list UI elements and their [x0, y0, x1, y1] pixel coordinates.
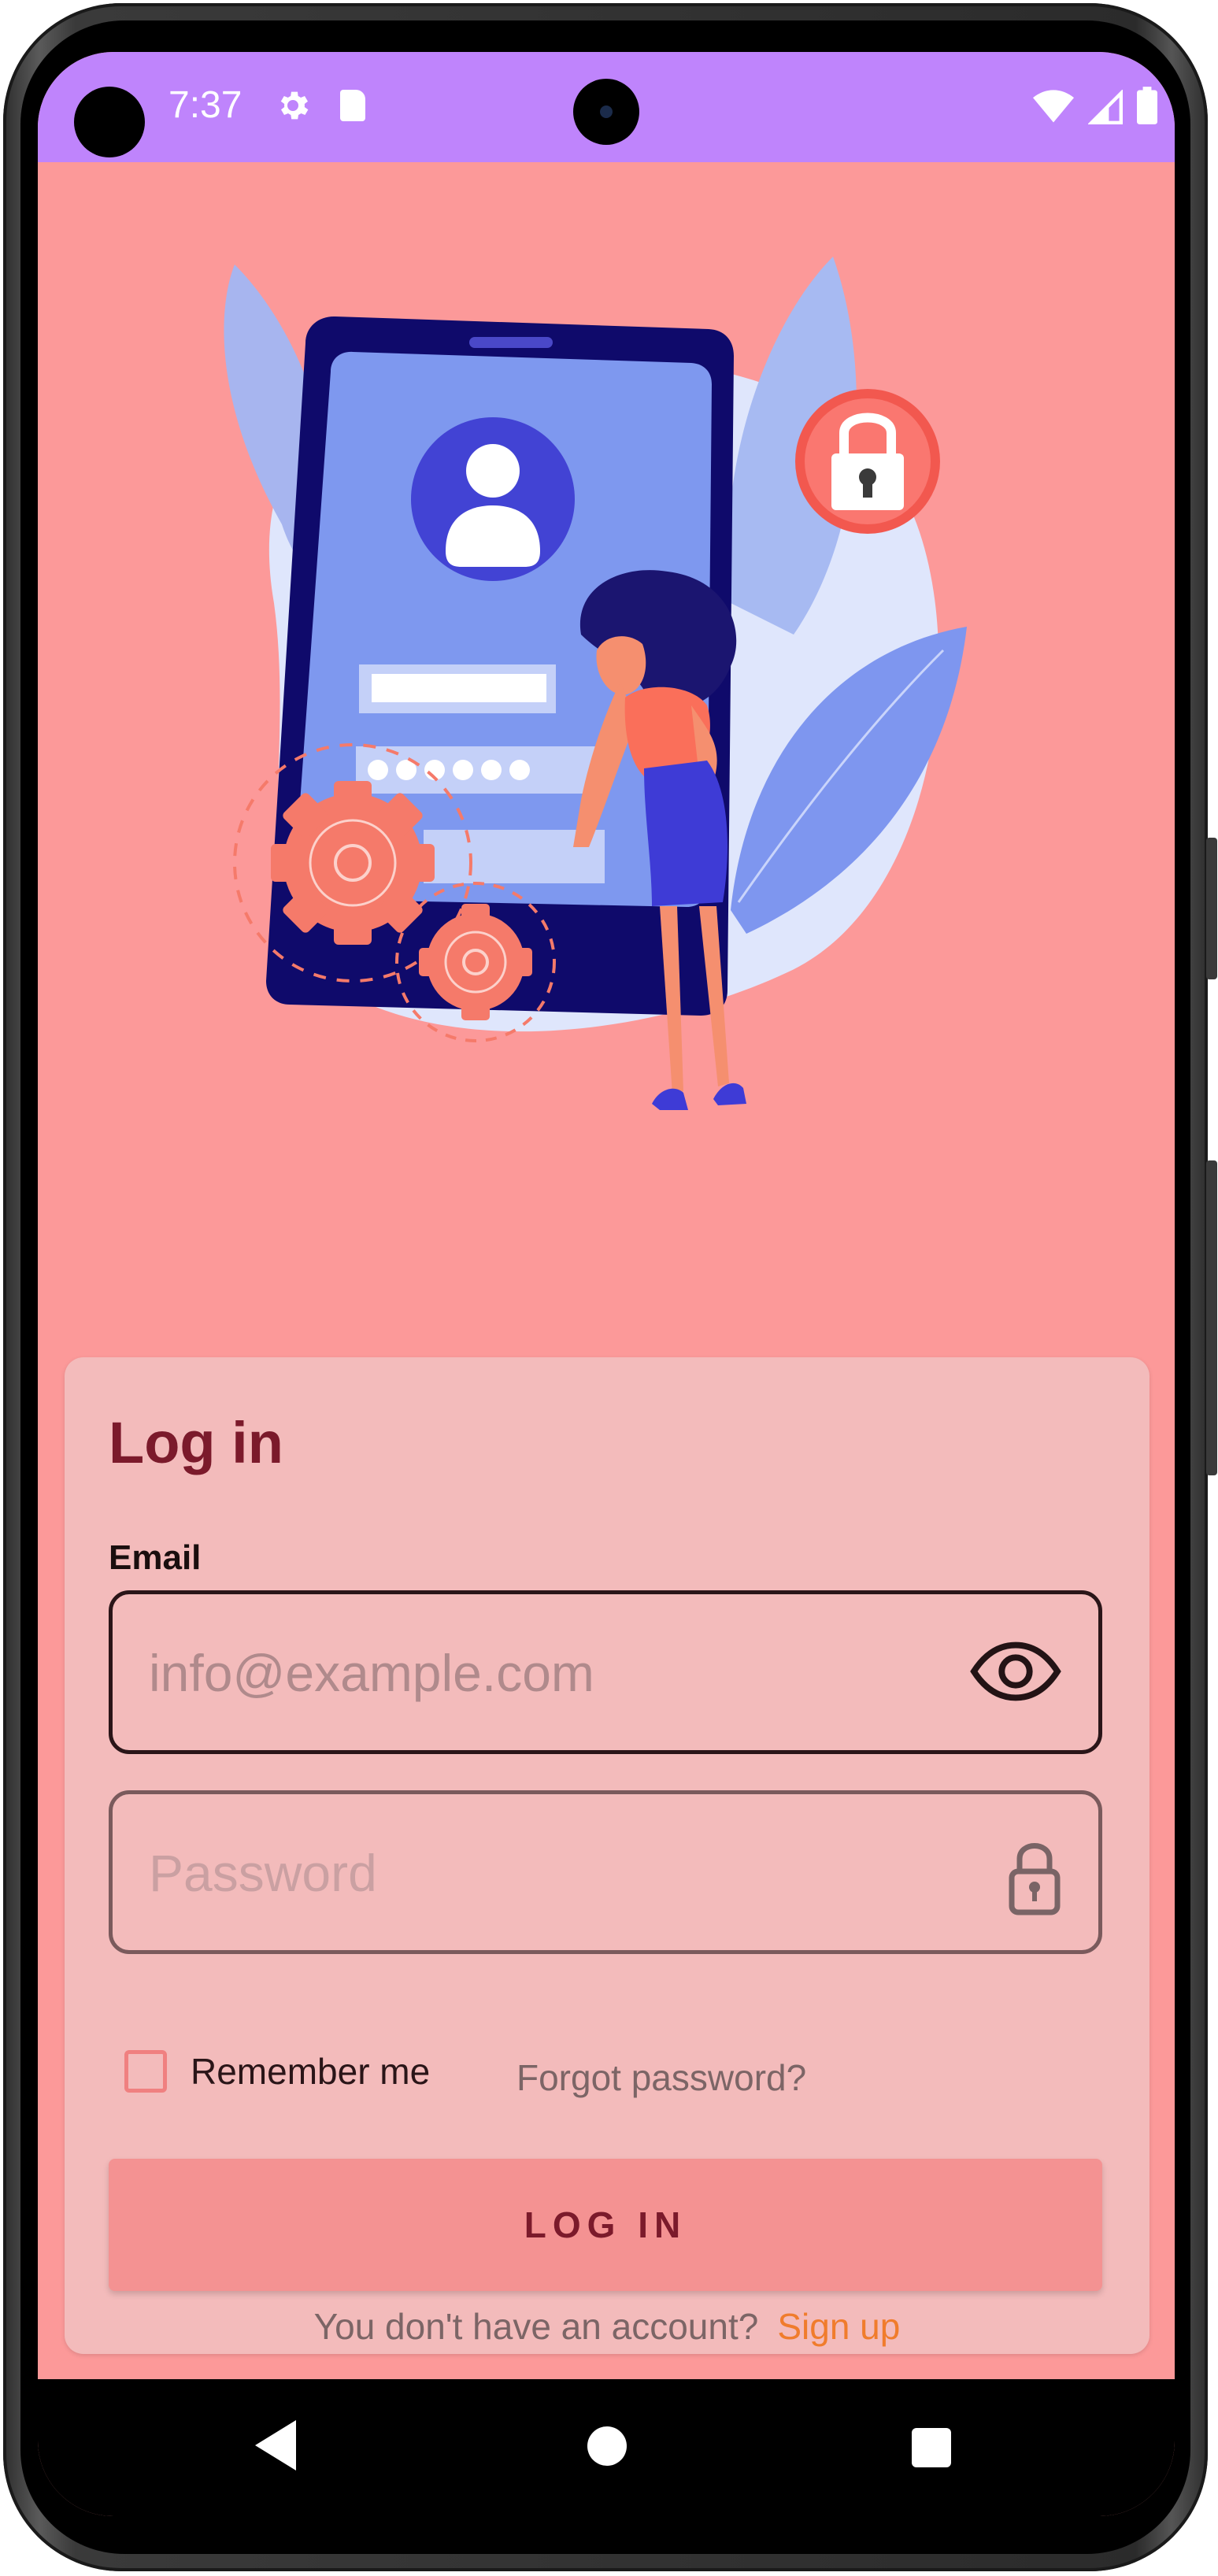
signup-row: You don't have an account? Sign up: [65, 2305, 1150, 2348]
login-card: Log in Email info@example.com Password R…: [65, 1357, 1150, 2354]
sd-card-icon: [340, 90, 365, 121]
email-placeholder: info@example.com: [149, 1644, 594, 1702]
signal-icon: [1088, 90, 1123, 124]
remember-checkbox[interactable]: [124, 2050, 167, 2093]
settings-icon: [274, 87, 312, 131]
navigation-bar: [38, 2379, 1175, 2516]
page-title: Log in: [109, 1410, 283, 1475]
power-button: [1206, 1160, 1217, 1475]
lock-icon: [1007, 1838, 1062, 1921]
remember-label: Remember me: [191, 2051, 431, 2092]
forgot-password-link[interactable]: Forgot password?: [516, 2056, 806, 2099]
login-button-label: LOG IN: [524, 2204, 687, 2245]
back-icon[interactable]: [255, 2420, 296, 2471]
login-button[interactable]: LOG IN: [109, 2159, 1102, 2291]
login-illustration: [38, 162, 1175, 1390]
password-placeholder: Password: [149, 1844, 377, 1902]
recents-icon[interactable]: [912, 2428, 951, 2467]
front-sensor: [74, 87, 145, 157]
status-right-icons: [1033, 87, 1157, 124]
phone-frame: 7:37 Log in Email info@example.com Passw…: [3, 3, 1217, 2571]
app-screen: 7:37 Log in Email info@example.com Passw…: [38, 52, 1175, 2516]
volume-button: [1206, 838, 1217, 979]
password-field[interactable]: Password: [109, 1790, 1102, 1954]
eye-icon[interactable]: [969, 1638, 1062, 1708]
signup-link[interactable]: Sign up: [777, 2306, 900, 2347]
front-camera: [573, 79, 639, 145]
wifi-icon: [1033, 90, 1074, 123]
status-bar: 7:37: [38, 52, 1175, 162]
home-icon[interactable]: [587, 2426, 627, 2466]
signup-question: You don't have an account?: [313, 2306, 759, 2347]
email-field[interactable]: info@example.com: [109, 1590, 1102, 1754]
battery-icon: [1137, 87, 1157, 124]
email-label: Email: [109, 1538, 202, 1577]
status-time: 7:37: [168, 84, 242, 126]
remember-me[interactable]: Remember me: [124, 2050, 430, 2093]
